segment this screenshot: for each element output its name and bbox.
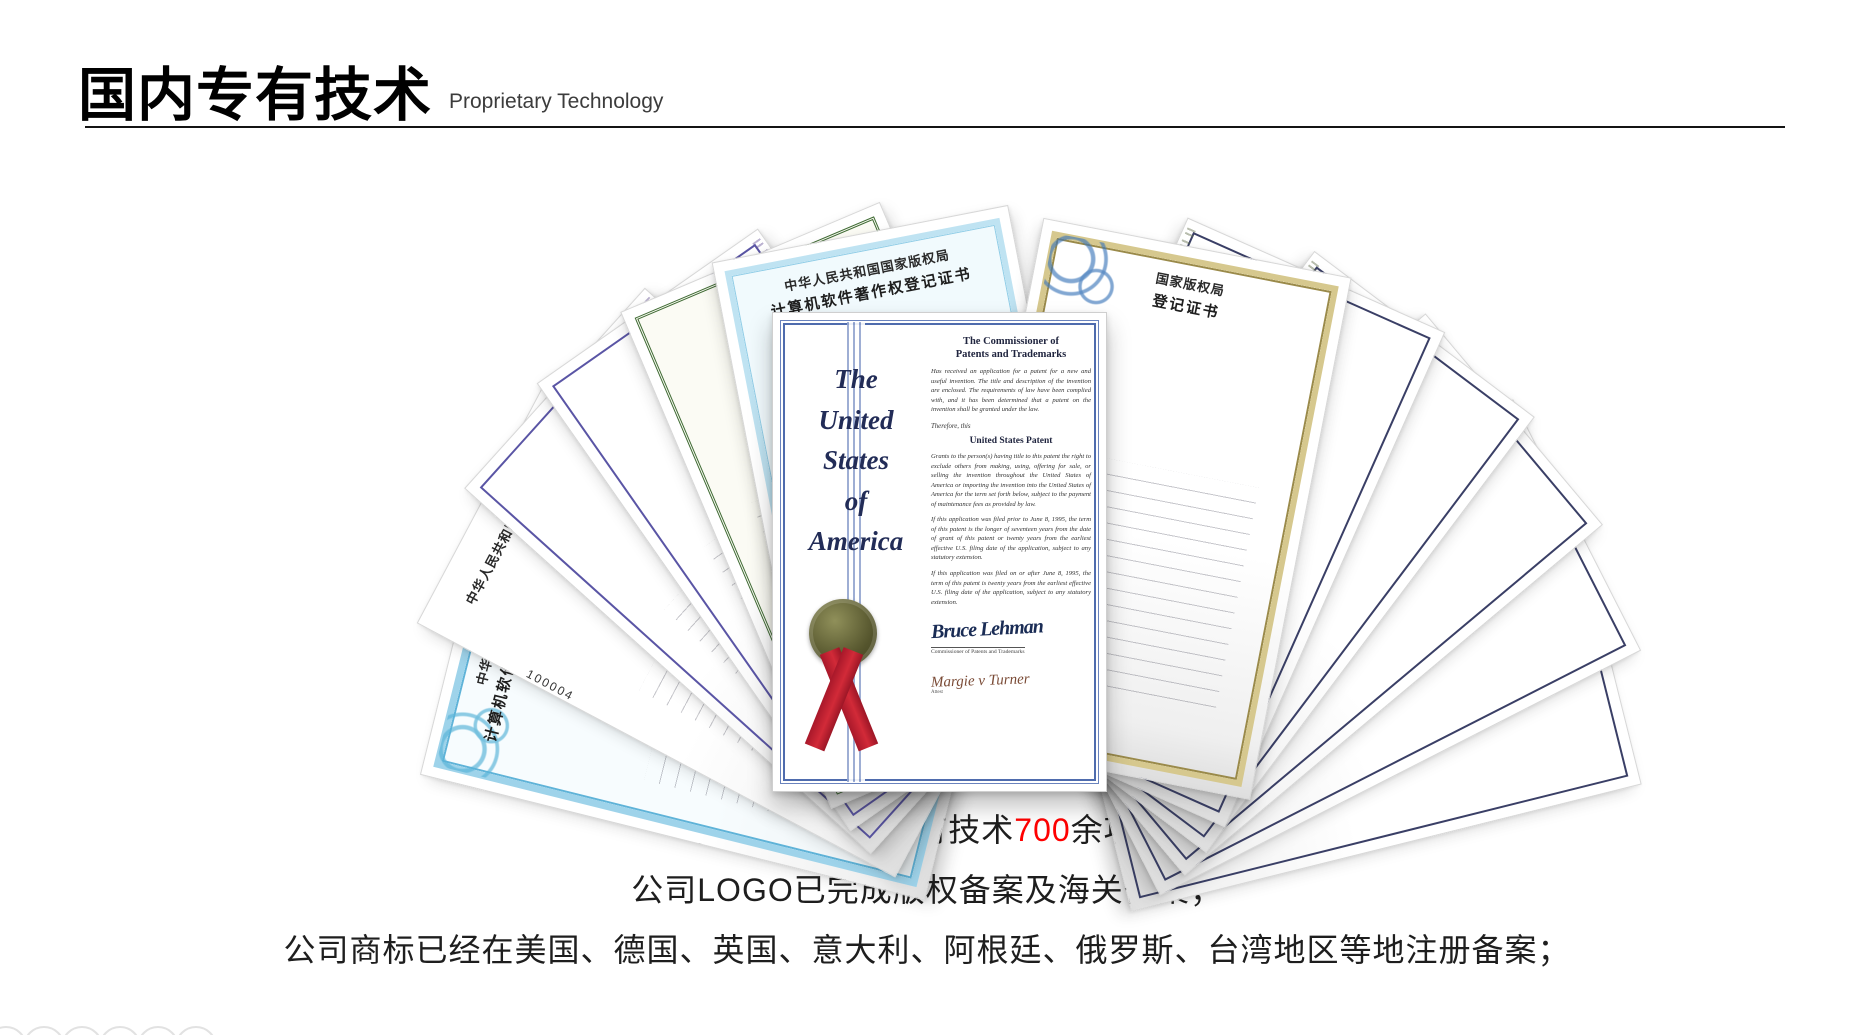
- bullet-text: 公司商标已经在美国、德国、英国、意大利、阿根廷、俄罗斯、台湾地区等地注册备案；: [283, 932, 1570, 968]
- decorative-dot: [137, 1026, 179, 1035]
- bullet-line-3: 公司商标已经在美国、德国、英国、意大利、阿根廷、俄罗斯、台湾地区等地注册备案；: [0, 920, 1854, 980]
- page-title: 国内专有技术: [78, 48, 432, 132]
- title-underline: [85, 126, 1785, 128]
- patent-paragraph-3: If this application was filed prior to J…: [931, 515, 1091, 563]
- highlight-count: 700: [1014, 812, 1070, 848]
- therefore-line: Therefore, this: [931, 423, 1091, 430]
- commissioner-heading: The Commissioner of Patents and Trademar…: [931, 335, 1091, 361]
- decorative-dot: [23, 1026, 65, 1035]
- patent-paragraph-4: If this application was filed on or afte…: [931, 569, 1091, 607]
- decorative-dot: [0, 1026, 27, 1035]
- patent-paragraph-1: Has received an application for a patent…: [931, 367, 1091, 415]
- us-patent-text-column: The Commissioner of Patents and Trademar…: [931, 335, 1091, 695]
- united-states-patent-heading: United States Patent: [931, 436, 1091, 446]
- us-script-title: The United States of America: [781, 359, 931, 562]
- attest-signature: Margie v Turner: [931, 669, 1091, 692]
- page-subtitle: Proprietary Technology: [449, 90, 663, 114]
- us-patent-certificate: The United States of America The Commiss…: [772, 312, 1107, 792]
- signature-caption: Commissioner of Patents and Trademarks: [931, 647, 1025, 655]
- slide: 国内专有技术 Proprietary Technology 中华人民共和国计算机…: [0, 0, 1854, 1035]
- decorative-dot: [61, 1026, 103, 1035]
- decorative-dot: [175, 1026, 217, 1035]
- patent-paragraph-2: Grants to the person(s) having title to …: [931, 452, 1091, 509]
- decorative-dot: [99, 1026, 141, 1035]
